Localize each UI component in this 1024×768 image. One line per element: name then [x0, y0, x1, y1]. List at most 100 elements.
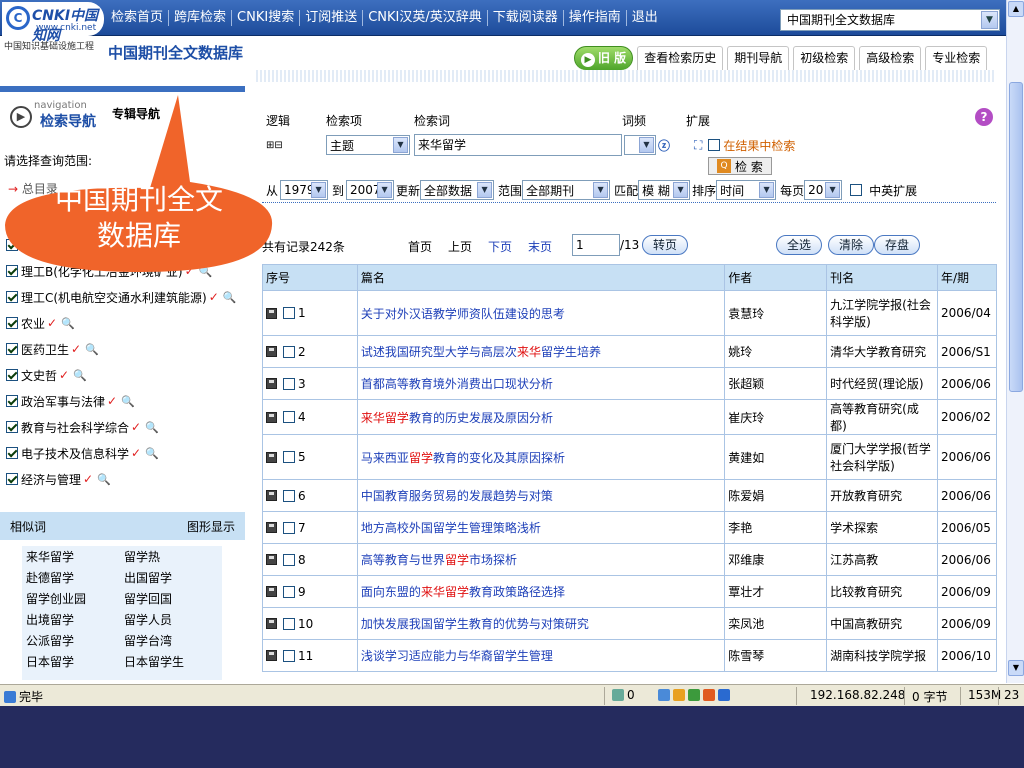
journal[interactable]: 湖南科技学院学报 — [826, 639, 938, 672]
save-icon[interactable] — [266, 586, 277, 597]
magnifier-icon[interactable]: 🔍 — [85, 343, 99, 356]
article-title-link[interactable]: 面向东盟的来华留学教育政策路径选择 — [356, 575, 726, 608]
next-page-link[interactable]: 下页 — [488, 238, 512, 255]
select-all-button[interactable]: 全选 — [776, 235, 823, 255]
category-item[interactable]: 经济与管理 ✓ 🔍 — [6, 466, 237, 492]
nav-exit[interactable]: 退出 — [627, 10, 663, 26]
tab-expert-search[interactable]: 专业检索 — [925, 46, 988, 70]
scroll-up-icon[interactable]: ▲ — [1008, 1, 1024, 17]
journal[interactable]: 比较教育研究 — [826, 575, 938, 608]
chevron-down-icon[interactable]: ▼ — [825, 182, 841, 198]
similar-word[interactable]: 留学回国 — [124, 590, 222, 611]
chevron-down-icon[interactable]: ▼ — [311, 182, 327, 198]
tray-icon[interactable] — [673, 689, 685, 701]
plus-minus-icon[interactable]: ⊞⊟ — [266, 140, 326, 151]
row-checkbox[interactable] — [283, 553, 295, 566]
checkbox[interactable] — [6, 317, 18, 329]
chevron-down-icon[interactable]: ▼ — [759, 182, 775, 198]
nav-guide[interactable]: 操作指南 — [564, 10, 627, 26]
similar-word[interactable]: 公派留学 — [26, 632, 124, 653]
similar-word[interactable]: 日本留学 — [26, 653, 124, 674]
article-title-link[interactable]: 浅谈学习适应能力与华裔留学生管理 — [356, 639, 726, 672]
chevron-down-icon[interactable]: ▼ — [393, 137, 408, 153]
similar-word[interactable]: 日本留学生 — [124, 653, 222, 674]
year-to-select[interactable]: 2007 ▼ — [346, 180, 395, 200]
category-label[interactable]: 医药卫生 — [21, 341, 69, 358]
tray-icon[interactable] — [703, 689, 715, 701]
save-icon[interactable] — [266, 346, 277, 357]
category-item[interactable]: 文史哲 ✓ 🔍 — [6, 362, 237, 388]
row-checkbox[interactable] — [283, 585, 295, 598]
row-checkbox[interactable] — [283, 377, 295, 390]
tab-search-history[interactable]: 查看检索历史 — [637, 46, 724, 70]
save-icon[interactable] — [266, 411, 277, 423]
save-icon[interactable] — [266, 490, 277, 501]
old-version-button[interactable]: ▶ 旧 版 — [574, 46, 634, 70]
save-icon[interactable] — [266, 650, 277, 661]
checkbox[interactable] — [6, 447, 18, 459]
journal[interactable]: 时代经贸(理论版) — [826, 367, 938, 400]
row-checkbox[interactable] — [283, 617, 295, 630]
magnifier-icon[interactable]: 🔍 — [199, 265, 213, 278]
article-title-link[interactable]: 中国教育服务贸易的发展趋势与对策 — [356, 479, 726, 512]
magnifier-icon[interactable]: 🔍 — [145, 421, 159, 434]
journal[interactable]: 江苏高教 — [826, 543, 938, 576]
save-icon[interactable] — [266, 451, 277, 463]
magnifier-icon[interactable]: 🔍 — [61, 317, 75, 330]
similar-word[interactable]: 出境留学 — [26, 611, 124, 632]
checkbox[interactable] — [6, 473, 18, 485]
field-select[interactable]: 主题 ▼ — [326, 135, 410, 155]
last-page-link[interactable]: 末页 — [528, 238, 552, 255]
tray-icon[interactable] — [688, 689, 700, 701]
article-title-link[interactable]: 首都高等教育境外消费出口现状分析 — [356, 367, 726, 400]
similar-word[interactable]: 留学人员 — [124, 611, 222, 632]
save-icon[interactable] — [266, 522, 277, 533]
journal[interactable]: 学术探索 — [826, 511, 938, 544]
article-title-link[interactable]: 地方高校外国留学生管理策略浅析 — [356, 511, 726, 544]
special-nav-link[interactable]: 专辑导航 — [112, 105, 160, 122]
similar-word[interactable]: 留学热 — [124, 548, 222, 569]
category-label[interactable]: 文史哲 — [21, 367, 57, 384]
per-page-select[interactable]: 20 ▼ — [804, 180, 843, 200]
category-label[interactable]: 电子技术及信息科学 — [21, 445, 129, 462]
search-term-input[interactable]: 来华留学 — [414, 134, 622, 156]
help-icon[interactable]: ? — [975, 108, 993, 126]
journal[interactable]: 高等教育研究(成都) — [826, 399, 938, 435]
tray-icon[interactable] — [658, 689, 670, 701]
graph-display-link[interactable]: 图形显示 — [187, 518, 235, 535]
category-item[interactable]: 医药卫生 ✓ 🔍 — [6, 336, 237, 362]
checkbox[interactable] — [6, 369, 18, 381]
vertical-scrollbar[interactable]: ▲ ▼ — [1006, 0, 1024, 683]
similar-word[interactable]: 赴德留学 — [26, 569, 124, 590]
scroll-down-icon[interactable]: ▼ — [1008, 660, 1024, 676]
row-checkbox[interactable] — [283, 307, 295, 319]
category-label[interactable]: 教育与社会科学综合 — [21, 419, 129, 436]
range-select[interactable]: 全部期刊 ▼ — [522, 180, 611, 200]
row-checkbox[interactable] — [283, 521, 295, 534]
article-title-link[interactable]: 关于对外汉语教学师资队伍建设的思考 — [356, 290, 726, 336]
nav-dictionary[interactable]: CNKI汉英/英汉辞典 — [363, 10, 488, 26]
update-select[interactable]: 全部数据 ▼ — [420, 180, 495, 200]
category-item[interactable]: 农业 ✓ 🔍 — [6, 310, 237, 336]
author[interactable]: 陈雪琴 — [724, 639, 828, 672]
sort-select[interactable]: 时间 ▼ — [716, 180, 777, 200]
save-icon[interactable] — [266, 307, 277, 319]
save-button[interactable]: 存盘 — [874, 235, 921, 255]
checkbox[interactable] — [6, 343, 18, 355]
save-icon[interactable] — [266, 378, 277, 389]
similar-word[interactable]: 出国留学 — [124, 569, 222, 590]
category-label[interactable]: 农业 — [21, 315, 45, 332]
author[interactable]: 李艳 — [724, 511, 828, 544]
similar-word[interactable]: 留学台湾 — [124, 632, 222, 653]
author[interactable]: 袁慧玲 — [724, 290, 828, 336]
search-button[interactable]: Q检 索 — [708, 157, 772, 175]
scroll-thumb[interactable] — [1009, 82, 1023, 392]
match-select[interactable]: 模 糊 ▼ — [638, 180, 691, 200]
magnifier-icon[interactable]: 🔍 — [223, 291, 237, 304]
journal[interactable]: 九江学院学报(社会科学版) — [826, 290, 938, 336]
chevron-down-icon[interactable]: ▼ — [639, 137, 654, 153]
row-checkbox[interactable] — [283, 411, 295, 423]
frequency-select[interactable]: ▼ — [624, 135, 656, 155]
first-page-link[interactable]: 首页 — [408, 238, 432, 255]
row-checkbox[interactable] — [283, 649, 295, 662]
